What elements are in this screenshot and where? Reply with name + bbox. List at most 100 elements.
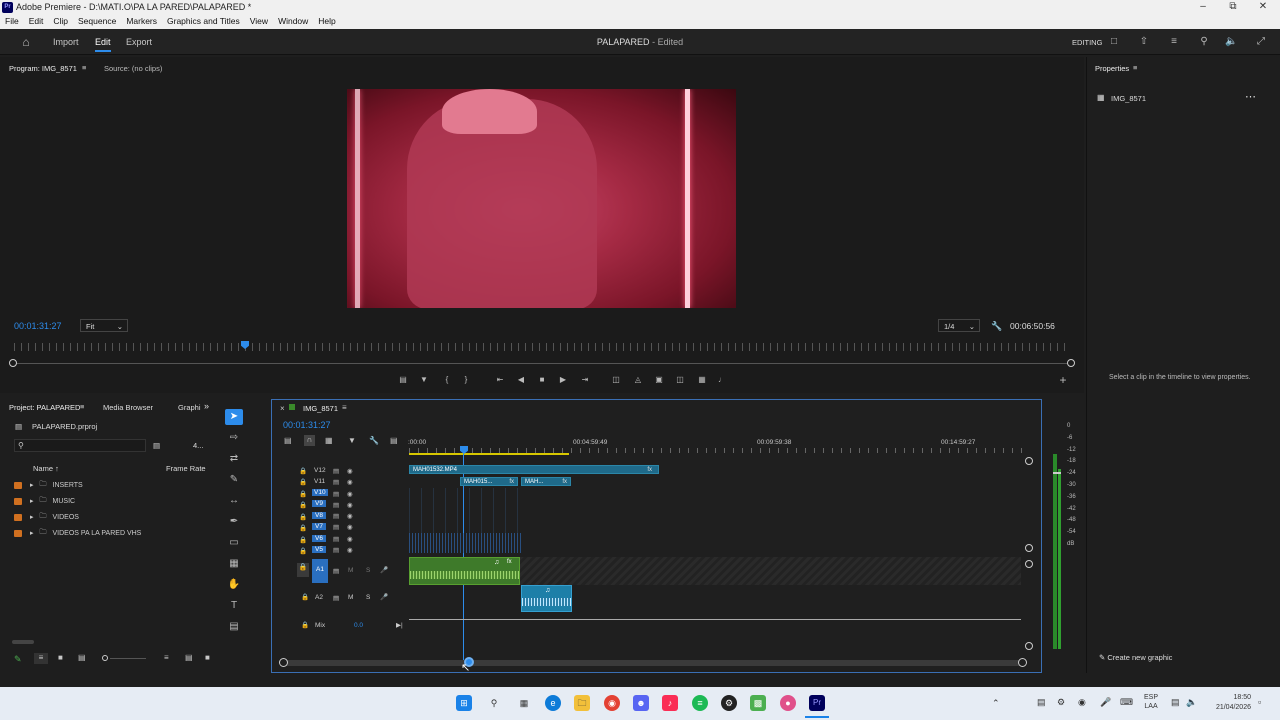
workspace-label[interactable]: EDITING	[1072, 38, 1102, 47]
discord-icon[interactable]: ☻	[633, 695, 649, 711]
nav-export[interactable]: Export	[126, 37, 152, 47]
clip-a2[interactable]: ♫	[521, 585, 572, 612]
mic-icon[interactable]: 🎤	[380, 593, 388, 601]
track-v12[interactable]: V12	[314, 467, 326, 474]
tab-timeline[interactable]: IMG_8571	[303, 404, 338, 413]
task-view-icon[interactable]: ▦	[516, 695, 532, 711]
tab-properties[interactable]: Properties	[1095, 64, 1129, 73]
lock-icon[interactable]: 🔒	[299, 490, 307, 498]
menu-markers[interactable]: Markers	[121, 15, 162, 29]
premiere-taskbar-icon[interactable]: Pr	[809, 695, 825, 711]
step-back-icon[interactable]: ◀	[515, 374, 527, 386]
caption-icon[interactable]: ▤	[225, 619, 243, 635]
track-a2[interactable]: A2	[315, 594, 323, 601]
stacked-clips[interactable]	[409, 533, 521, 553]
restore-button[interactable]: ⧉	[1223, 1, 1243, 14]
search-icon[interactable]: ⚲	[1198, 36, 1210, 48]
column-name[interactable]: Name ↑	[33, 464, 59, 473]
pen-icon[interactable]: ✒	[225, 514, 243, 530]
project-scrollbar[interactable]	[12, 640, 34, 644]
solo-button[interactable]: S	[366, 594, 370, 601]
clip-v12[interactable]: MAH01532.MP4 fx	[409, 465, 659, 474]
lock-icon[interactable]: 🔒	[299, 547, 307, 555]
lock-icon[interactable]: 🔒	[299, 524, 307, 532]
a-scroll-bottom[interactable]	[1025, 642, 1033, 650]
menu-edit[interactable]: Edit	[24, 15, 49, 29]
fit-dropdown[interactable]: Fit ⌄	[80, 319, 128, 332]
program-menu-icon[interactable]: ≡	[82, 63, 86, 72]
wrench-icon[interactable]: 🔧	[369, 436, 379, 445]
edge-icon[interactable]: e	[545, 695, 561, 711]
mix-go-icon[interactable]: ▶|	[396, 621, 403, 629]
track-a1[interactable]: A1	[312, 559, 328, 583]
hand-icon[interactable]: ✋	[225, 577, 243, 593]
clock[interactable]: 18:50 21/04/2026	[1203, 693, 1251, 713]
marker-icon[interactable]: ▼	[348, 436, 356, 445]
v-scroll-top[interactable]	[1025, 457, 1033, 465]
minimize-button[interactable]: –	[1193, 1, 1213, 14]
spotify-icon[interactable]: ≡	[692, 695, 708, 711]
timeline-zoom-left[interactable]	[279, 658, 288, 667]
timeline-timecode[interactable]: 00:01:31:27	[283, 420, 331, 430]
more-panels-icon[interactable]: »	[204, 401, 209, 411]
stop-icon[interactable]: ■	[536, 374, 548, 386]
zoom-slider[interactable]	[110, 658, 146, 659]
track-v5[interactable]: V5	[312, 546, 326, 553]
track-toggles[interactable]: ▤ ▤ ▤ ▤ ▤ ▤ ▤ ▤	[333, 466, 341, 554]
menu-window[interactable]: Window	[273, 15, 313, 29]
lock-icon[interactable]: 🔒	[301, 621, 309, 629]
slip-icon[interactable]: ↔	[225, 493, 243, 509]
captions-icon[interactable]: ▤	[390, 436, 398, 445]
fullscreen-icon[interactable]: ⤢	[1255, 36, 1267, 48]
track-toggle-icon[interactable]: ▤	[333, 594, 339, 602]
keyboard-icon[interactable]: ⌨	[1120, 697, 1133, 708]
menu-clip[interactable]: Clip	[48, 15, 73, 29]
network-icon[interactable]: ▤	[1171, 697, 1180, 708]
compare-icon[interactable]: ◫	[674, 374, 686, 386]
column-frame-rate[interactable]: Frame Rate	[166, 464, 206, 473]
language-indicator[interactable]: ESP LAA	[1144, 693, 1158, 711]
selection-tool-icon[interactable]: ➤	[225, 409, 243, 425]
track-v8[interactable]: V8	[312, 512, 326, 519]
timeline-menu-icon[interactable]: ≡	[342, 403, 347, 412]
lock-icon[interactable]: 🔒	[297, 563, 309, 577]
menu-graphics[interactable]: Graphics and Titles	[162, 15, 245, 29]
minecraft-icon[interactable]: ▩	[750, 695, 766, 711]
v-scroll-bottom[interactable]	[1025, 544, 1033, 552]
share-icon[interactable]: ⇧	[1138, 36, 1150, 48]
freeform-view-icon[interactable]: ▤	[78, 653, 86, 662]
icon-view-icon[interactable]: ■	[58, 653, 63, 662]
nav-edit[interactable]: Edit	[95, 37, 111, 52]
lift-icon[interactable]: ◫	[610, 374, 622, 386]
tab-media-browser[interactable]: Media Browser	[103, 403, 153, 412]
work-area-bar[interactable]	[409, 453, 569, 455]
tab-source[interactable]: Source: (no clips)	[104, 64, 162, 73]
track-toggle-icon[interactable]: ▤	[333, 567, 339, 575]
zoom-bar[interactable]	[12, 363, 1072, 364]
folder-row[interactable]: ▸ 🗀 VIDEOS	[14, 511, 79, 523]
safe-margins-icon[interactable]: ▦	[696, 374, 708, 386]
create-graphic-button[interactable]: ✎ Create new graphic	[1099, 653, 1172, 662]
app-icon[interactable]: ●	[780, 695, 796, 711]
mix-value[interactable]: 0.0	[354, 622, 363, 629]
clip-a1[interactable]: ♫ fx	[409, 557, 520, 585]
go-to-out-icon[interactable]: ⇥	[579, 374, 591, 386]
tray-icon[interactable]: ▤	[1037, 697, 1046, 708]
volume-icon[interactable]: 🔈	[1186, 697, 1197, 708]
marker-icon[interactable]: ▼	[418, 374, 430, 386]
a-scroll-top[interactable]	[1025, 560, 1033, 568]
lock-icon[interactable]: 🔒	[299, 467, 307, 475]
insert-edit-icon[interactable]: ▤	[397, 374, 409, 386]
notifications-icon[interactable]: ▫	[1258, 697, 1261, 707]
nav-import[interactable]: Import	[53, 37, 79, 47]
timeline-zoom-right[interactable]	[1018, 658, 1027, 667]
audio-icon[interactable]: ♩	[716, 374, 728, 386]
music-icon[interactable]: ♪	[662, 695, 678, 711]
extract-icon[interactable]: ◬	[632, 374, 644, 386]
automate-icon[interactable]: ▤	[185, 653, 193, 662]
project-menu-icon[interactable]: ≡	[80, 402, 84, 411]
program-timecode[interactable]: 00:01:31:27	[14, 321, 62, 331]
volume-icon[interactable]: 🔈	[1225, 36, 1237, 48]
ripple-edit-icon[interactable]: ⇄	[225, 451, 243, 467]
lock-icon[interactable]: 🔒	[299, 536, 307, 544]
